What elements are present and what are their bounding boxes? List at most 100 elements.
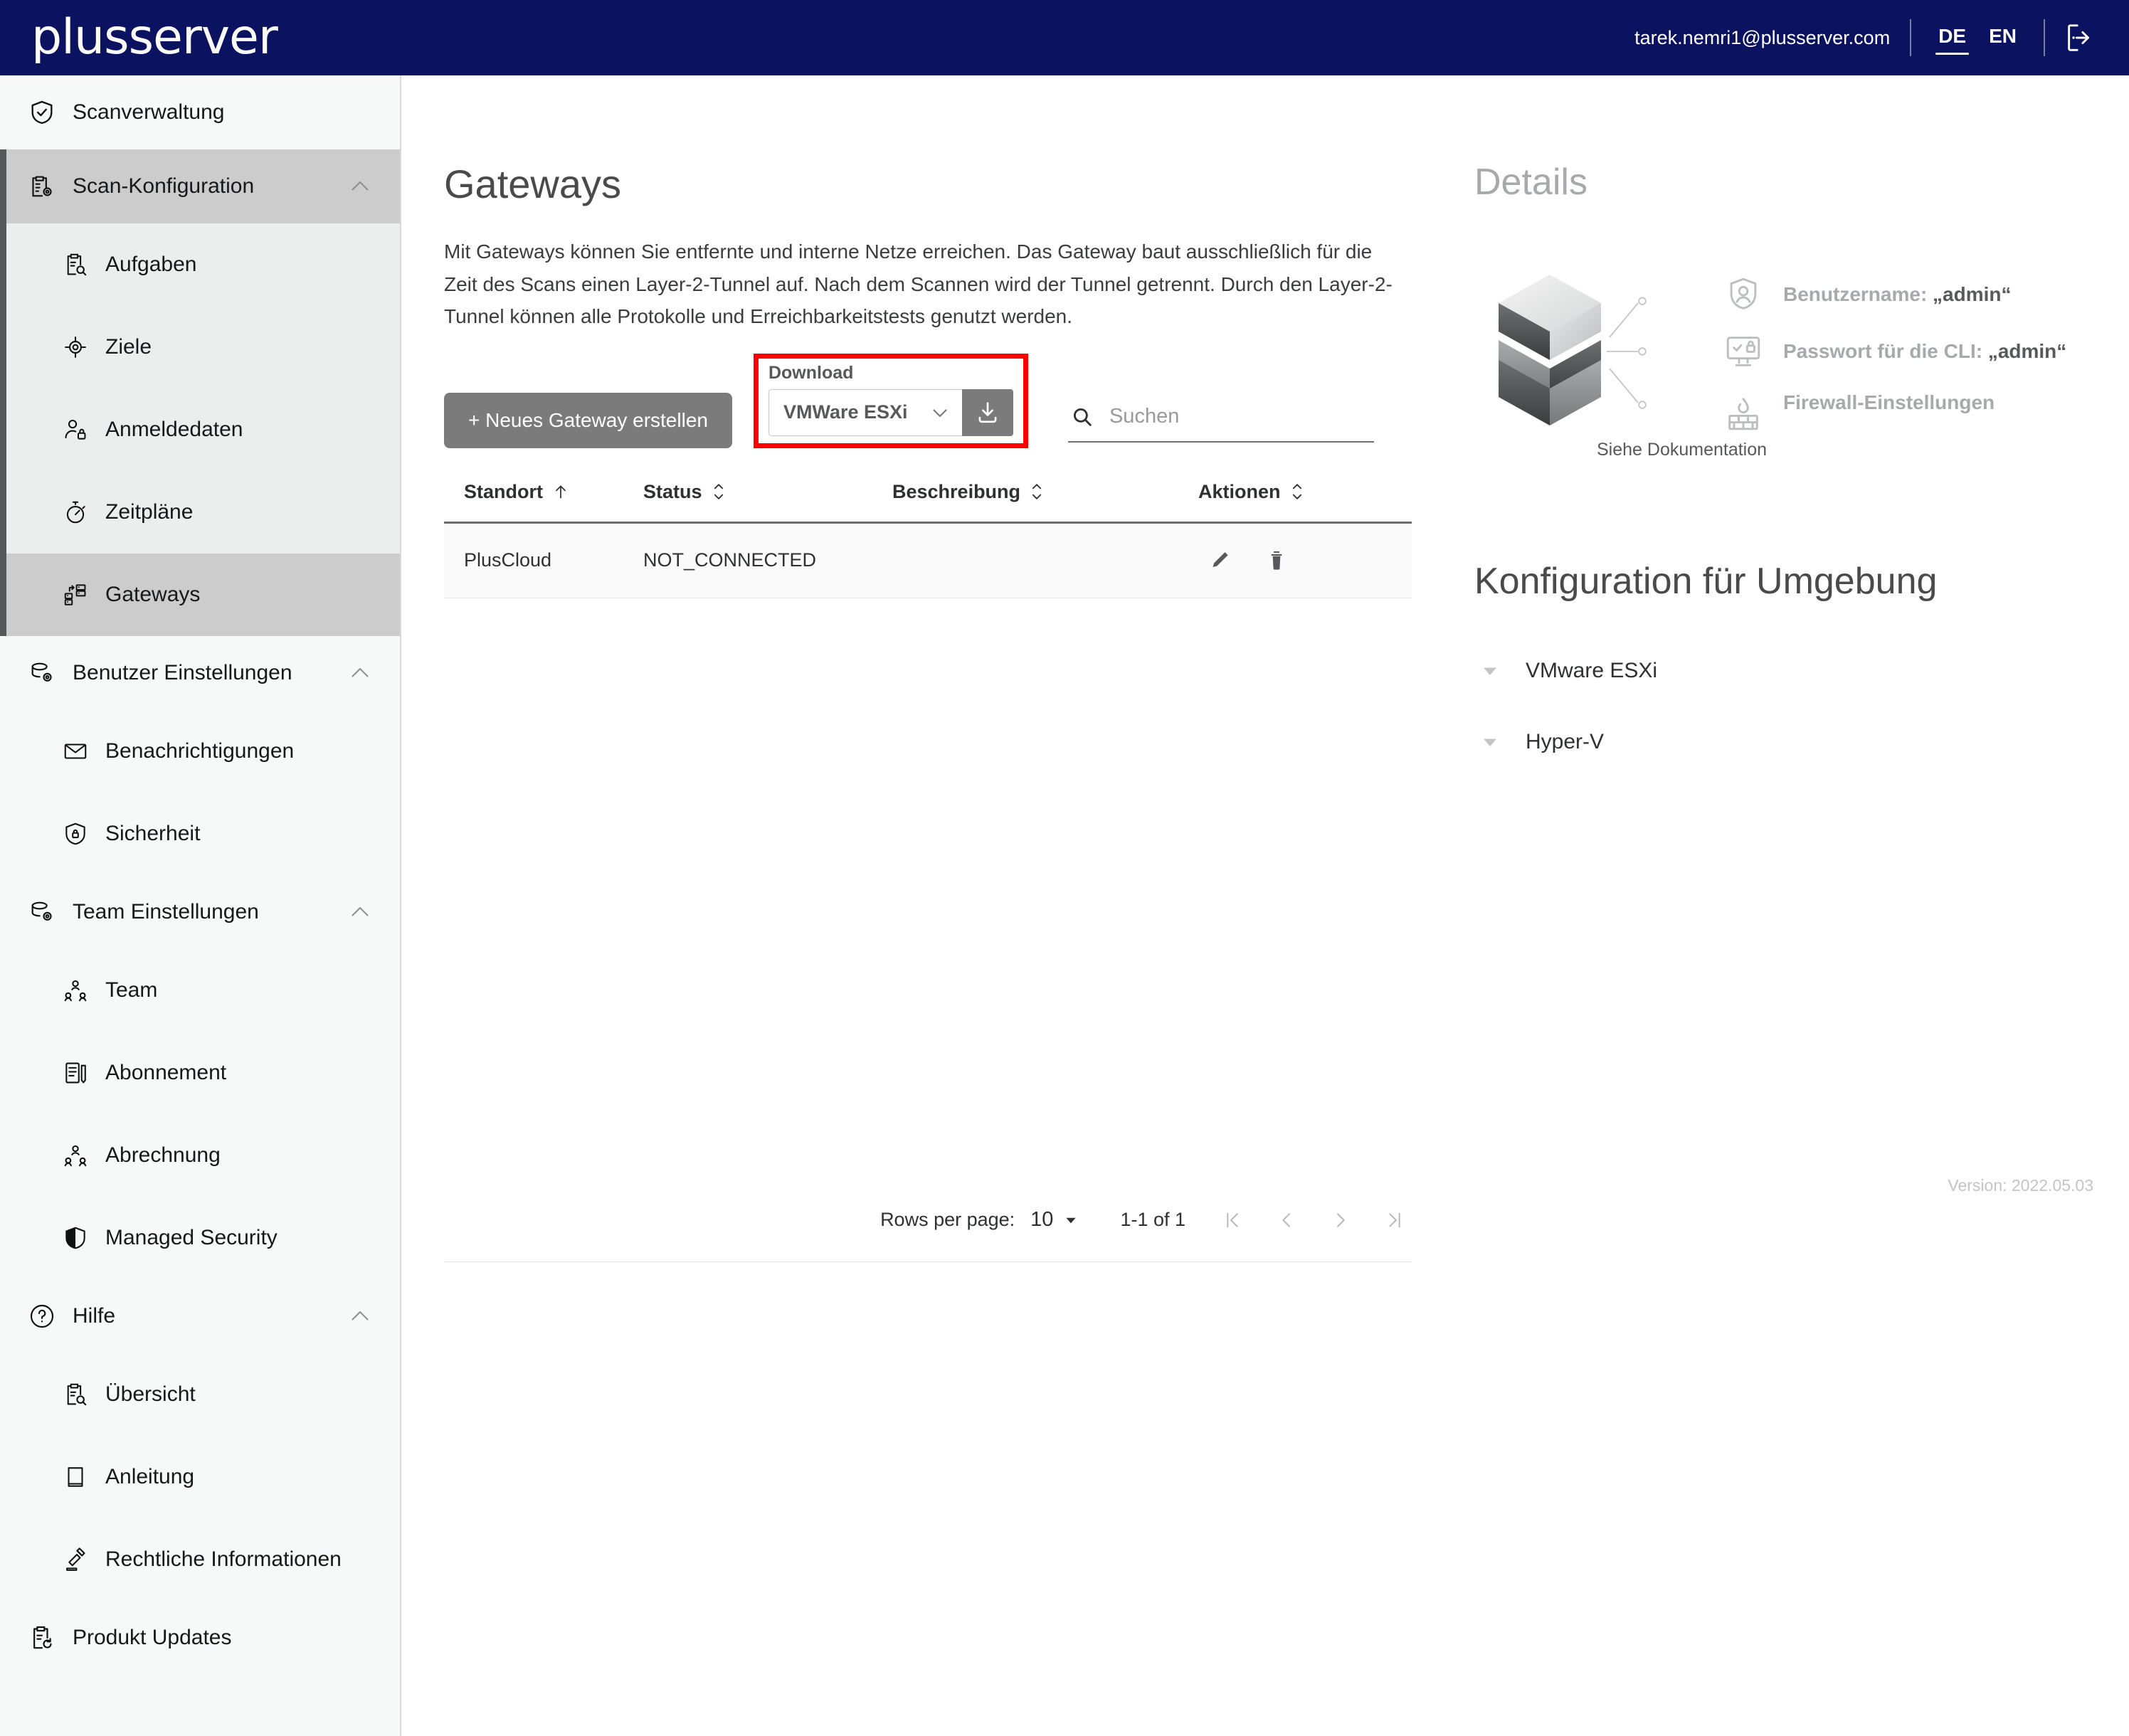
- sidebar-item-label: Benachrichtigungen: [105, 739, 295, 763]
- sidebar-group-header-team-einstellungen[interactable]: Team Einstellungen: [0, 875, 400, 949]
- create-gateway-button[interactable]: + Neues Gateway erstellen: [444, 392, 732, 448]
- question-circle-icon: [26, 1300, 58, 1333]
- sidebar-item-abonnement[interactable]: Abonnement: [0, 1032, 400, 1114]
- user-lock-icon: [60, 414, 91, 445]
- download-highlight-box: Download VMWare ESXi: [753, 353, 1028, 448]
- shield-check-icon: [26, 96, 58, 129]
- people-icon: [60, 975, 91, 1006]
- prev-page-button[interactable]: [1269, 1203, 1304, 1237]
- details-graphic-block: Benutzername: „admin“ Passwort für die C…: [1493, 266, 2093, 437]
- edit-pencil-icon: [1208, 549, 1232, 573]
- column-header-aktionen[interactable]: Aktionen: [1198, 462, 1412, 524]
- sidebar-item-anleitung[interactable]: Anleitung: [0, 1436, 400, 1518]
- connector-lines: [1607, 266, 1721, 437]
- column-header-standort[interactable]: Standort: [444, 462, 643, 524]
- database-gear-icon: [26, 657, 58, 689]
- sidebar-item-label: Abonnement: [105, 1061, 227, 1084]
- download-environment-select[interactable]: VMWare ESXi: [768, 388, 962, 436]
- table-head: Standort Status Beschreibung Aktionen: [444, 462, 1412, 524]
- triangle-down-icon: [1474, 726, 1506, 758]
- details-item-list: Benutzername: „admin“ Passwort für die C…: [1721, 266, 2066, 437]
- sort-none-icon: [711, 481, 727, 502]
- sidebar-item-benachrichtigungen[interactable]: Benachrichtigungen: [0, 710, 400, 793]
- sidebar-item-aufgaben[interactable]: Aufgaben: [0, 223, 400, 306]
- next-page-icon: [1329, 1209, 1352, 1232]
- details-title: Details: [1474, 162, 1587, 203]
- lang-de-button[interactable]: DE: [1927, 21, 1977, 55]
- sidebar-item-managed-security[interactable]: Managed Security: [0, 1197, 400, 1279]
- detail-item-firewall: Firewall-Einstellungen: [1721, 380, 2066, 437]
- application-window: plusserver tarek.nemri1@plusserver.com D…: [0, 0, 2129, 1736]
- servers-exchange-icon: [60, 579, 91, 610]
- envelope-icon: [60, 736, 91, 767]
- detail-label: Passwort für die CLI: „admin“: [1783, 340, 2066, 363]
- sidebar-group-header-scan-konfiguration[interactable]: Scan-Konfiguration: [0, 149, 400, 223]
- rows-per-page-label: Rows per page:: [880, 1209, 1015, 1231]
- column-label: Beschreibung: [892, 480, 1021, 502]
- sidebar-group-scan-konfiguration: Scan-Konfiguration Aufgaben Ziele Anmeld…: [0, 149, 400, 636]
- sidebar-item-uebersicht[interactable]: Übersicht: [0, 1353, 400, 1436]
- last-page-icon: [1383, 1209, 1406, 1232]
- konfig-item-vmware-esxi[interactable]: VMware ESXi: [1474, 635, 2093, 706]
- sidebar-group-label: Team Einstellungen: [73, 900, 259, 923]
- book-icon: [60, 1461, 91, 1493]
- sidebar-item-rechtliche-informationen[interactable]: Rechtliche Informationen: [0, 1518, 400, 1601]
- next-page-button[interactable]: [1324, 1203, 1358, 1237]
- search-field[interactable]: [1067, 403, 1374, 443]
- page-description: Mit Gateways können Sie entfernte und in…: [444, 240, 1393, 328]
- sidebar-group-benutzer-einstellungen: Benutzer Einstellungen Benachrichtigunge…: [0, 636, 400, 875]
- plusserver-logo[interactable]: plusserver: [31, 14, 278, 62]
- lang-en-button[interactable]: EN: [1977, 21, 2028, 55]
- logout-icon: [2064, 21, 2096, 54]
- detail-firewall-block: Firewall-Einstellungen: [1783, 391, 1995, 414]
- details-panel: Details Benutzername: „admin“ Passwort f…: [1446, 75, 2129, 1736]
- chevron-up-icon: [346, 1302, 374, 1330]
- sidebar-item-abrechnung[interactable]: Abrechnung: [0, 1114, 400, 1197]
- detail-item-passwort: Passwort für die CLI: „admin“: [1721, 323, 2066, 380]
- sidebar-group-header-hilfe[interactable]: Hilfe: [0, 1279, 400, 1353]
- sidebar-item-anmeldedaten[interactable]: Anmeldedaten: [0, 388, 400, 471]
- logout-button[interactable]: [2045, 21, 2103, 54]
- first-page-button[interactable]: [1215, 1203, 1250, 1237]
- detail-prefix: Passwort für die CLI:: [1783, 340, 1988, 362]
- sidebar-group-header-benutzer-einstellungen[interactable]: Benutzer Einstellungen: [0, 636, 400, 710]
- column-label: Standort: [464, 480, 543, 502]
- delete-gateway-button[interactable]: [1261, 545, 1292, 576]
- rows-per-page-select[interactable]: 10: [1030, 1208, 1079, 1232]
- sidebar-item-sicherheit[interactable]: Sicherheit: [0, 793, 400, 875]
- table-row[interactable]: PlusCloud NOT_CONNECTED: [444, 522, 1412, 598]
- sidebar-item-label: Ziele: [105, 335, 152, 359]
- table-body: PlusCloud NOT_CONNECTED: [444, 522, 1412, 598]
- last-page-button[interactable]: [1378, 1203, 1412, 1237]
- target-icon: [60, 332, 91, 363]
- konfiguration-title: Konfiguration für Umgebung: [1474, 561, 1938, 602]
- sidebar-item-gateways[interactable]: Gateways: [0, 554, 400, 636]
- triangle-down-icon: [1474, 655, 1506, 687]
- column-header-status[interactable]: Status: [643, 462, 892, 524]
- chevron-up-icon: [346, 898, 374, 926]
- sidebar-subnav-benutzer-einstellungen: Benachrichtigungen Sicherheit: [0, 710, 400, 875]
- shield-lock-icon: [60, 818, 91, 850]
- download-button[interactable]: [961, 388, 1013, 436]
- search-input[interactable]: [1109, 405, 1374, 429]
- sidebar-item-scanverwaltung[interactable]: Scanverwaltung: [0, 75, 400, 149]
- column-header-beschreibung[interactable]: Beschreibung: [892, 462, 1198, 524]
- top-header-bar: plusserver tarek.nemri1@plusserver.com D…: [0, 0, 2129, 75]
- table-pagination: Rows per page: 10 1-1 of 1: [444, 1175, 1412, 1262]
- sort-asc-icon: [551, 482, 570, 501]
- sidebar-item-ziele[interactable]: Ziele: [0, 306, 400, 388]
- firewall-documentation-link[interactable]: Siehe Dokumentation: [1597, 440, 2093, 460]
- document-pen-icon: [60, 1057, 91, 1089]
- sidebar-item-team[interactable]: Team: [0, 949, 400, 1032]
- sidebar-group-hilfe: Hilfe Übersicht Anleitung Rechtliche Inf…: [0, 1279, 400, 1601]
- sidebar-item-label: Team: [105, 978, 158, 1002]
- konfig-item-hyper-v[interactable]: Hyper-V: [1474, 706, 2093, 778]
- gateways-toolbar: + Neues Gateway erstellen Download VMWar…: [444, 353, 1403, 448]
- clipboard-search-icon: [60, 249, 91, 280]
- edit-gateway-button[interactable]: [1204, 545, 1235, 576]
- sidebar-item-produkt-updates[interactable]: Produkt Updates: [0, 1601, 400, 1675]
- sidebar-item-zeitplaene[interactable]: Zeitpläne: [0, 471, 400, 554]
- stopwatch-icon: [60, 497, 91, 528]
- sidebar-subnav-hilfe: Übersicht Anleitung Rechtliche Informati…: [0, 1353, 400, 1601]
- people-icon: [60, 1140, 91, 1171]
